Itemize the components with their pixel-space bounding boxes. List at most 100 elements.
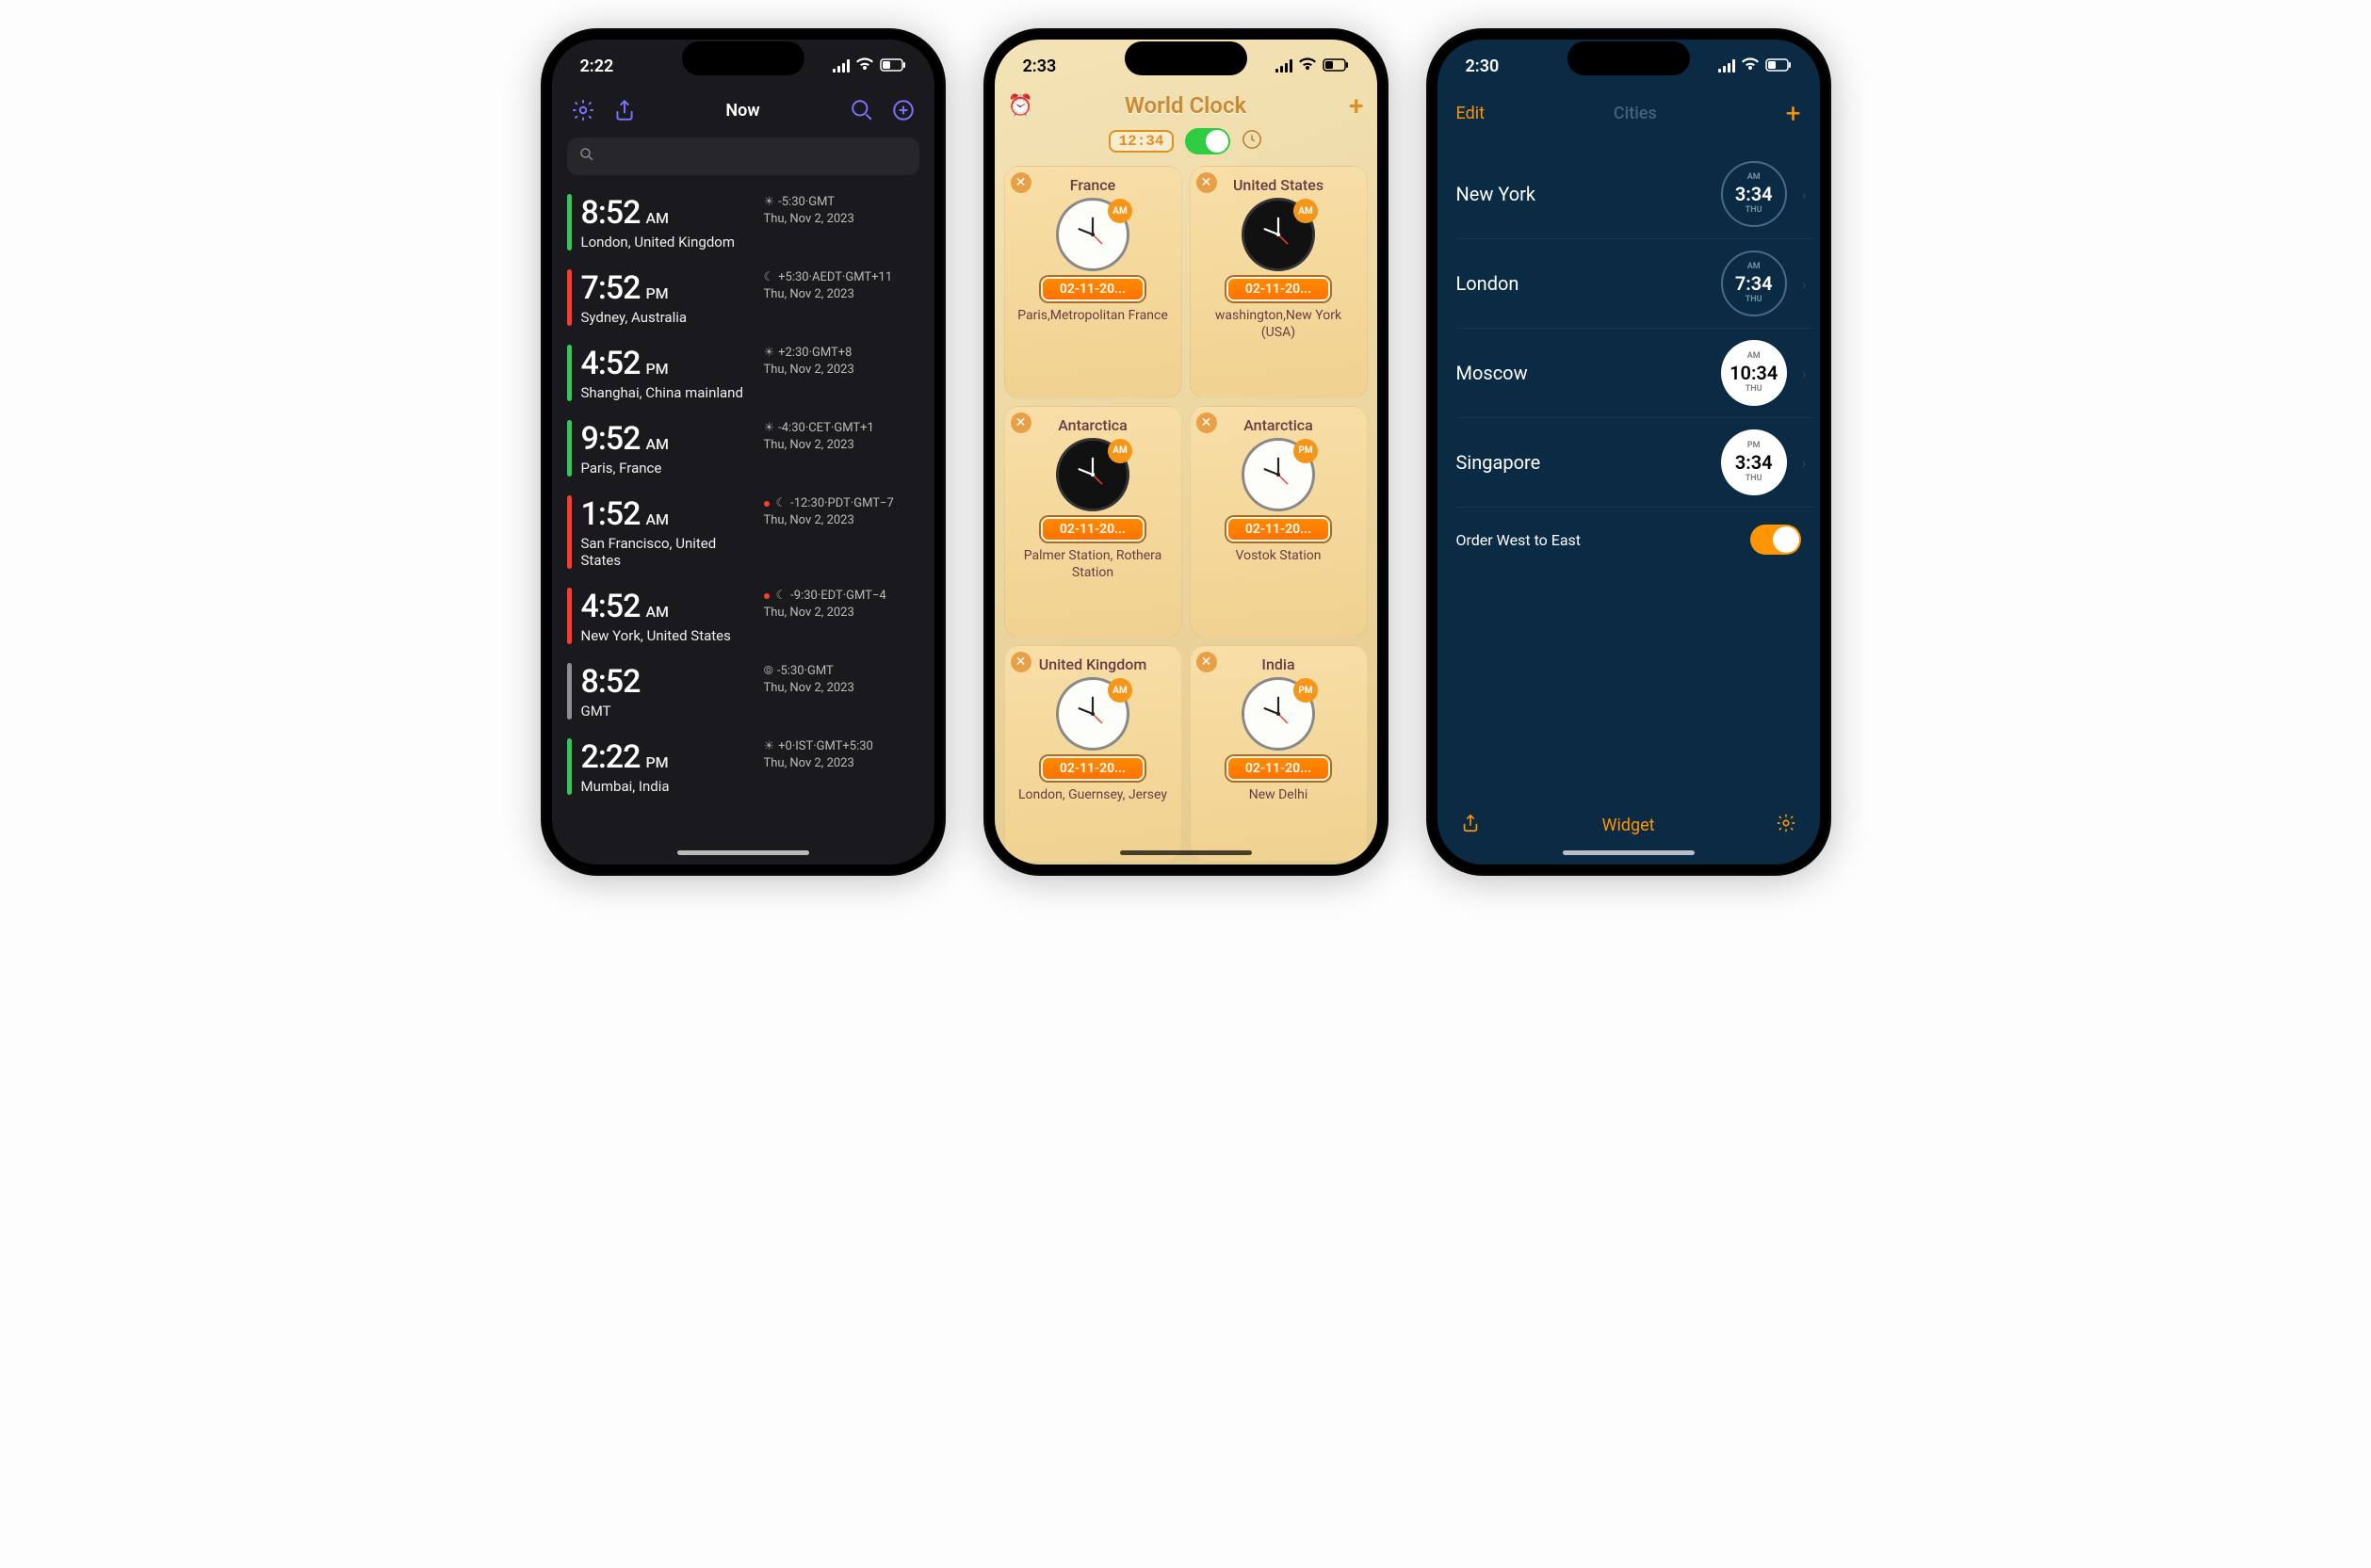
time-value: 8:52	[581, 194, 641, 232]
chevron-right-icon: ›	[1794, 186, 1814, 203]
clock-card[interactable]: ✕ India PM 02-11-20... New Delhi	[1190, 645, 1368, 861]
chevron-right-icon: ›	[1794, 275, 1814, 293]
wifi-icon	[855, 57, 874, 76]
offset-label: ☀+0·IST·GMT+5:30	[764, 738, 919, 755]
sublocation-label: Vostok Station	[1198, 547, 1359, 564]
time-dial: AM 10:34 THU	[1721, 340, 1787, 406]
status-stripe	[567, 663, 572, 719]
close-icon[interactable]: ✕	[1011, 412, 1031, 433]
home-indicator[interactable]	[1563, 850, 1695, 855]
status-icons	[1718, 57, 1792, 76]
close-icon[interactable]: ✕	[1196, 652, 1217, 672]
close-icon[interactable]: ✕	[1196, 172, 1217, 193]
add-icon[interactable]: +	[1349, 90, 1364, 121]
city-row[interactable]: 4:52 PM Shanghai, China mainland ☀+2:30·…	[563, 337, 923, 412]
order-toggle-row: Order West to East	[1456, 513, 1814, 566]
offset-label: ☀-4:30·CET·GMT+1	[764, 420, 919, 437]
city-row[interactable]: 7:52 PM Sydney, Australia ☾+5:30·AEDT·GM…	[563, 262, 923, 337]
page-title: World Clock	[1125, 92, 1246, 119]
add-icon[interactable]	[891, 98, 916, 122]
gear-icon[interactable]	[1776, 813, 1796, 838]
city-row[interactable]: 8:52 GMT ⦾-5:30·GMT Thu, Nov 2, 2023	[563, 655, 923, 731]
wifi-icon	[1741, 57, 1760, 76]
location-label: GMT	[581, 703, 755, 719]
time-dial: AM 7:34 THU	[1721, 251, 1787, 316]
wifi-icon	[1298, 57, 1317, 76]
country-label: United States	[1198, 176, 1359, 194]
location-label: Sydney, Australia	[581, 309, 755, 326]
city-label: New York	[1456, 183, 1536, 205]
city-label: Moscow	[1456, 362, 1528, 384]
date-label: Thu, Nov 2, 2023	[764, 680, 919, 697]
city-label: Singapore	[1456, 451, 1541, 474]
sublocation-label: London, Guernsey, Jersey	[1013, 786, 1174, 803]
edit-button[interactable]: Edit	[1456, 104, 1485, 123]
mode-toggle[interactable]	[1185, 128, 1230, 154]
clock-card[interactable]: ✕ Antarctica PM 02-11-20... Vostok Stati…	[1190, 406, 1368, 639]
offset-label: ☾-12:30·PDT·GMT−7	[764, 495, 919, 512]
close-icon[interactable]: ✕	[1011, 652, 1031, 672]
status-time: 2:33	[1023, 57, 1057, 76]
share-icon[interactable]	[1460, 813, 1481, 838]
status-time: 2:30	[1466, 57, 1500, 76]
status-stripe	[567, 345, 572, 401]
time-dial: AM 3:34 THU	[1721, 161, 1787, 227]
clock-card[interactable]: ✕ Antarctica AM 02-11-20... Palmer Stati…	[1004, 406, 1182, 639]
city-row[interactable]: Singapore PM 3:34 THU ›	[1456, 418, 1814, 508]
page-title: Cities	[1614, 104, 1657, 123]
city-row[interactable]: London AM 7:34 THU ›	[1456, 239, 1814, 329]
chevron-right-icon: ›	[1794, 364, 1814, 382]
close-icon[interactable]: ✕	[1196, 412, 1217, 433]
status-icons	[833, 57, 906, 76]
location-label: New York, United States	[581, 627, 755, 644]
date-badge: 02-11-20...	[1041, 517, 1145, 542]
location-label: San Francisco, United States	[581, 535, 755, 569]
add-icon[interactable]: +	[1786, 98, 1801, 129]
clock-card[interactable]: ✕ United States AM 02-11-20... washingto…	[1190, 166, 1368, 398]
home-indicator[interactable]	[1120, 850, 1252, 855]
analog-clock-icon: AM	[1056, 677, 1129, 751]
sublocation-label: washington,New York (USA)	[1198, 307, 1359, 341]
time-value: 1:52	[581, 495, 641, 533]
clock-card[interactable]: ✕ France AM 02-11-20... Paris,Metropolit…	[1004, 166, 1182, 398]
digital-mode-badge[interactable]: 12:34	[1109, 130, 1173, 153]
city-row[interactable]: New York AM 3:34 THU ›	[1456, 150, 1814, 239]
offset-label: ☀+2:30·GMT+8	[764, 345, 919, 362]
footer-label[interactable]: Widget	[1601, 816, 1654, 835]
analog-mode-icon[interactable]	[1242, 129, 1262, 154]
city-row[interactable]: Moscow AM 10:34 THU ›	[1456, 329, 1814, 418]
clock-card[interactable]: ✕ United Kingdom AM 02-11-20... London, …	[1004, 645, 1182, 861]
page-title: Now	[725, 101, 759, 121]
date-label: Thu, Nov 2, 2023	[764, 286, 919, 303]
analog-clock-icon: AM	[1056, 438, 1129, 511]
location-label: Shanghai, China mainland	[581, 384, 755, 401]
city-row[interactable]: 9:52 AM Paris, France ☀-4:30·CET·GMT+1 T…	[563, 412, 923, 488]
close-icon[interactable]: ✕	[1011, 172, 1031, 193]
order-label: Order West to East	[1456, 531, 1582, 549]
gear-icon[interactable]	[571, 98, 595, 122]
date-label: Thu, Nov 2, 2023	[764, 512, 919, 529]
share-icon[interactable]	[612, 98, 637, 122]
sublocation-label: New Delhi	[1198, 786, 1359, 803]
offset-label: ☾+5:30·AEDT·GMT+11	[764, 269, 919, 286]
sublocation-label: Paris,Metropolitan France	[1013, 307, 1174, 324]
status-time: 2:22	[580, 57, 614, 76]
search-person-icon[interactable]	[850, 98, 874, 122]
order-toggle[interactable]	[1750, 525, 1801, 555]
country-label: France	[1013, 176, 1174, 194]
home-indicator[interactable]	[677, 850, 809, 855]
analog-clock-icon: PM	[1242, 438, 1315, 511]
ampm-value: AM	[645, 209, 669, 227]
city-row[interactable]: 1:52 AM San Francisco, United States ☾-1…	[563, 488, 923, 580]
battery-icon	[1765, 57, 1792, 76]
city-row[interactable]: 8:52 AM London, United Kingdom ☀-5:30·GM…	[563, 186, 923, 262]
search-input[interactable]	[567, 137, 919, 175]
city-row[interactable]: 2:22 PM Mumbai, India ☀+0·IST·GMT+5:30 T…	[563, 731, 923, 806]
time-dial: PM 3:34 THU	[1721, 429, 1787, 495]
alarm-icon[interactable]: ⏰	[1008, 94, 1033, 118]
country-label: India	[1198, 655, 1359, 673]
city-row[interactable]: 4:52 AM New York, United States ☾-9:30·E…	[563, 580, 923, 655]
ampm-value: PM	[645, 284, 668, 302]
date-label: Thu, Nov 2, 2023	[764, 605, 919, 622]
location-label: London, United Kingdom	[581, 234, 755, 251]
